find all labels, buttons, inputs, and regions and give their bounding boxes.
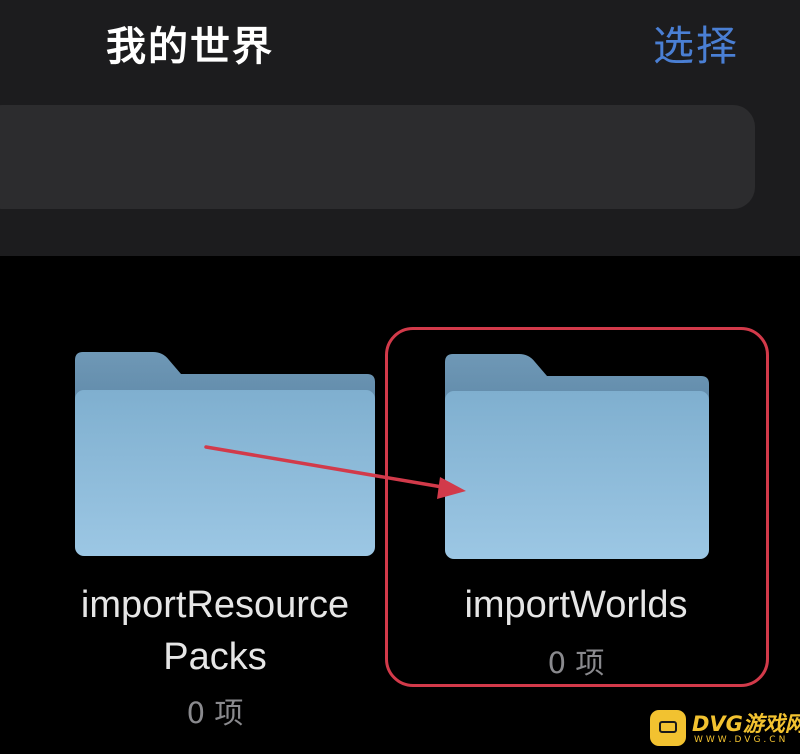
navigation-bar: 我的世界 选择 [0,0,800,256]
watermark-site: WWW.DVG.CN [694,735,789,745]
annotation-highlight-box [385,327,769,687]
folder-item-count: 0 项 [186,696,244,730]
folder-icon [75,352,375,556]
folder-name-line2: Packs [163,636,267,678]
page-title: 我的世界 [106,24,274,70]
search-field[interactable] [0,105,755,209]
folder-item-import-resource-packs[interactable]: importResource Packs 0 项 [40,340,380,740]
select-button[interactable]: 选择 [653,12,739,72]
folder-name: importResource [80,584,350,626]
watermark-brand: DVG游戏网 [692,712,800,736]
gamepad-icon [650,710,686,746]
watermark-logo: DVG游戏网 WWW.DVG.CN [650,708,800,748]
